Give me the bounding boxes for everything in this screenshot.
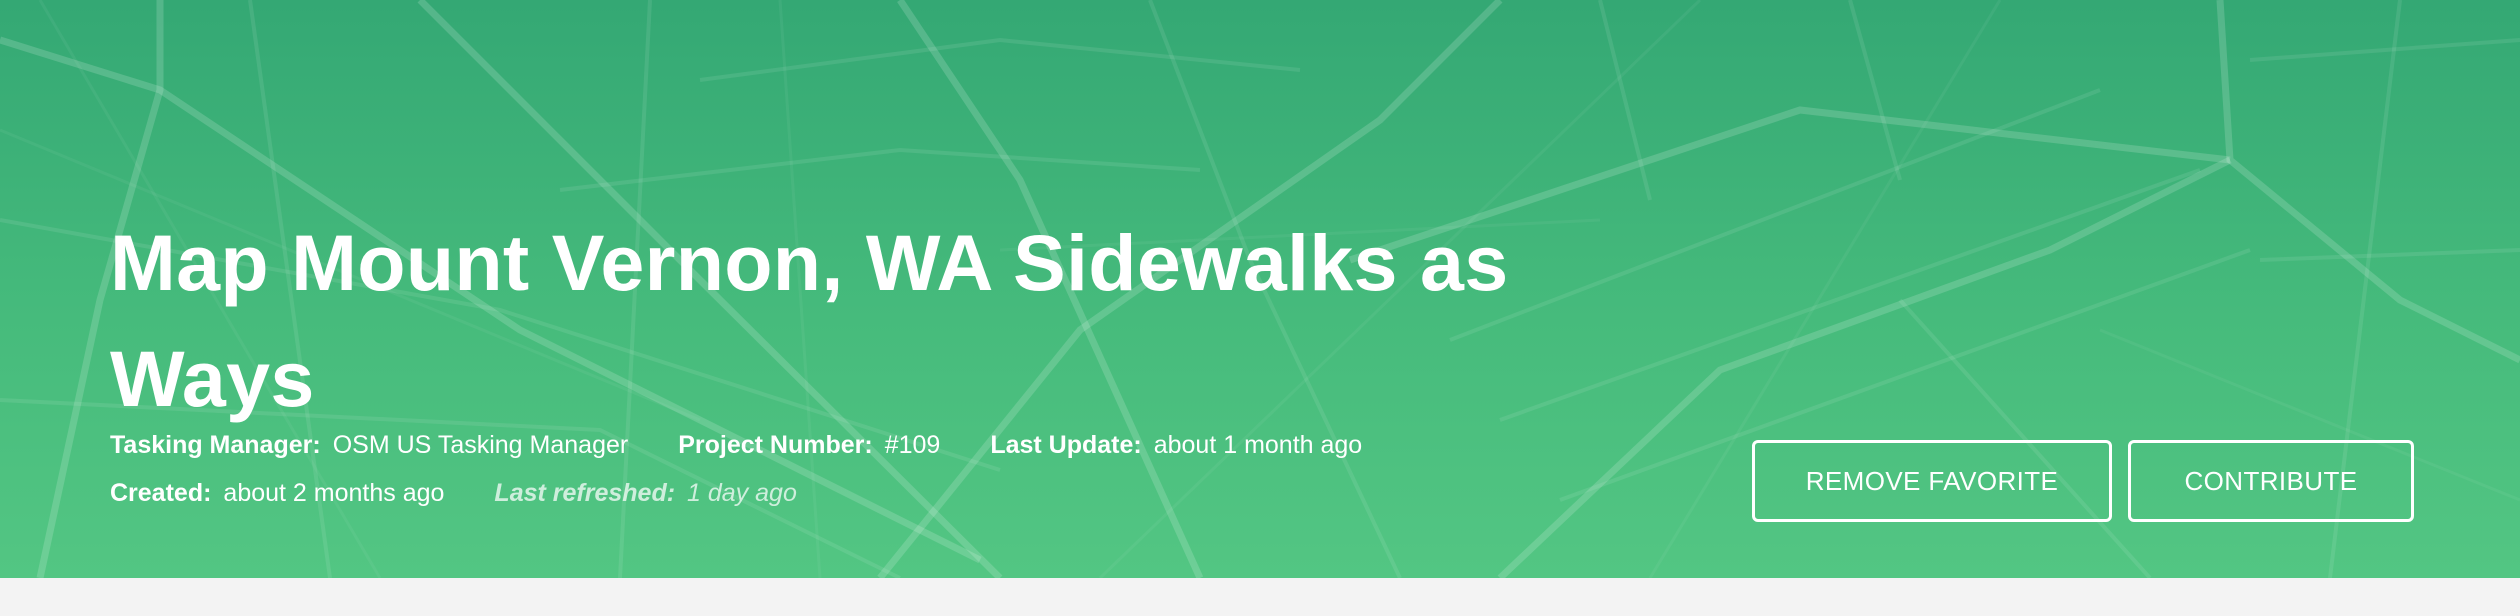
- project-number-info: Project Number: #109: [678, 431, 940, 460]
- project-meta-row-secondary: Created: about 2 months ago Last refresh…: [110, 479, 847, 508]
- created-info: Created: about 2 months ago: [110, 479, 444, 508]
- project-meta-row-primary: Tasking Manager: OSM US Tasking Manager …: [110, 431, 1412, 460]
- tasking-manager-label: Tasking Manager:: [110, 431, 321, 459]
- contribute-button[interactable]: CONTRIBUTE: [2128, 440, 2414, 522]
- remove-favorite-button[interactable]: REMOVE FAVORITE: [1752, 440, 2112, 522]
- page-content-area: [0, 578, 2520, 616]
- last-refreshed-value: 1 day ago: [687, 479, 797, 507]
- tasking-manager-info: Tasking Manager: OSM US Tasking Manager: [110, 431, 628, 460]
- created-value: about 2 months ago: [223, 479, 445, 507]
- project-header: Map Mount Vernon, WA Sidewalks as Ways T…: [0, 0, 2520, 578]
- project-number-label: Project Number:: [678, 431, 873, 459]
- last-update-value: about 1 month ago: [1153, 431, 1363, 459]
- last-update-info: Last Update: about 1 month ago: [990, 431, 1362, 460]
- last-refreshed-label: Last refreshed:: [494, 479, 676, 507]
- project-hero-banner: Map Mount Vernon, WA Sidewalks as Ways T…: [0, 0, 2520, 578]
- last-refreshed-info: Last refreshed: 1 day ago: [494, 479, 796, 508]
- created-label: Created:: [110, 479, 212, 507]
- project-title: Map Mount Vernon, WA Sidewalks as Ways: [110, 218, 1509, 423]
- project-number-value: #109: [884, 431, 941, 459]
- last-update-label: Last Update:: [990, 431, 1142, 459]
- tasking-manager-value: OSM US Tasking Manager: [332, 431, 629, 459]
